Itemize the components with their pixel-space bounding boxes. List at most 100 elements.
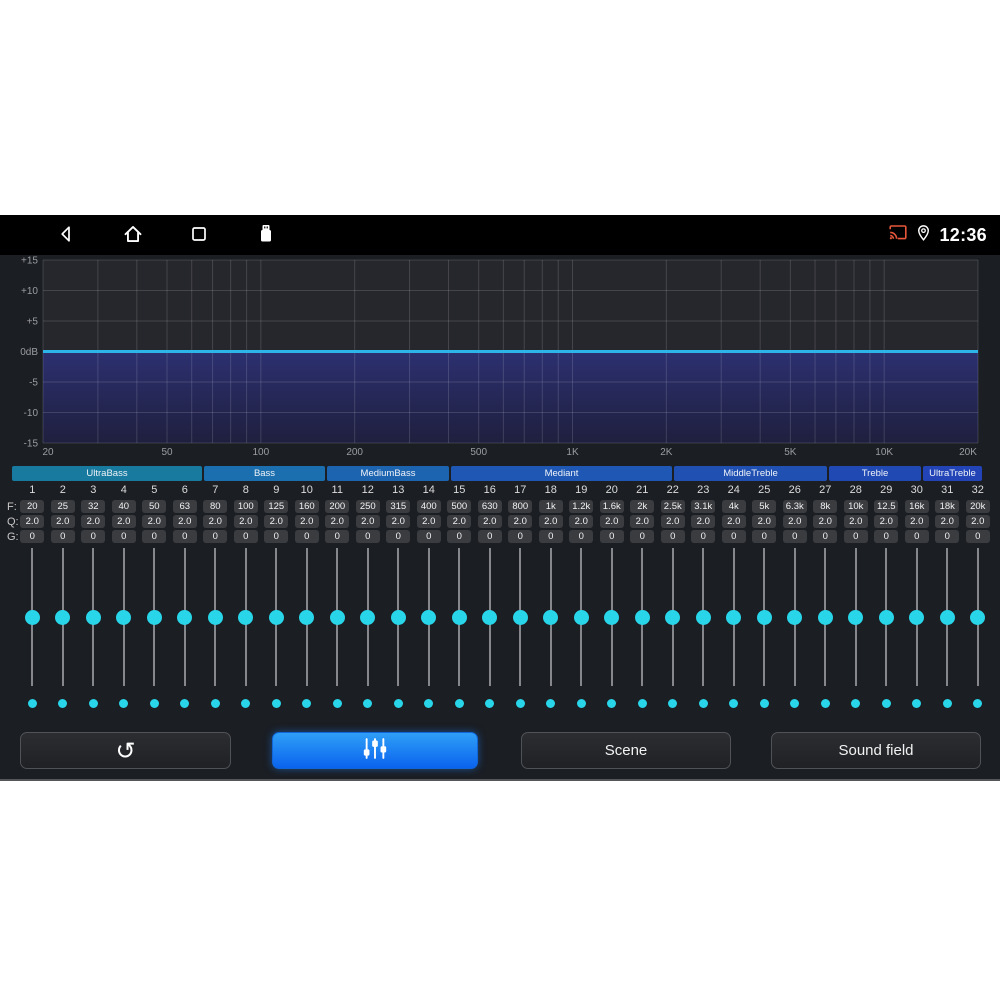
eq-band-slider[interactable] bbox=[627, 545, 658, 693]
band-dot[interactable] bbox=[271, 699, 281, 708]
eq-band-slider[interactable] bbox=[109, 545, 140, 693]
slider-knob[interactable] bbox=[756, 609, 772, 625]
eq-band-slider[interactable] bbox=[139, 545, 170, 693]
equalizer-button[interactable] bbox=[272, 732, 478, 769]
slider-knob[interactable] bbox=[116, 609, 132, 625]
eq-band-slider[interactable] bbox=[505, 545, 536, 693]
slider-knob[interactable] bbox=[665, 609, 681, 625]
slider-knob[interactable] bbox=[85, 609, 101, 625]
band-dot[interactable] bbox=[515, 699, 525, 708]
band-dot[interactable] bbox=[149, 699, 159, 708]
eq-band-slider[interactable] bbox=[48, 545, 79, 693]
eq-band-slider[interactable] bbox=[841, 545, 872, 693]
slider-knob[interactable] bbox=[543, 609, 559, 625]
slider-knob[interactable] bbox=[390, 609, 406, 625]
slider-knob[interactable] bbox=[909, 609, 925, 625]
slider-knob[interactable] bbox=[268, 609, 284, 625]
eq-band-slider[interactable] bbox=[536, 545, 567, 693]
eq-band-slider[interactable] bbox=[780, 545, 811, 693]
band-dot[interactable] bbox=[58, 699, 68, 708]
eq-band-slider[interactable] bbox=[963, 545, 994, 693]
recents-button[interactable] bbox=[181, 215, 217, 255]
band-dot[interactable] bbox=[27, 699, 37, 708]
eq-band-slider[interactable] bbox=[170, 545, 201, 693]
band-dot[interactable] bbox=[576, 699, 586, 708]
band-dot[interactable] bbox=[698, 699, 708, 708]
eq-band-slider[interactable] bbox=[444, 545, 475, 693]
eq-band-slider[interactable] bbox=[688, 545, 719, 693]
slider-knob[interactable] bbox=[238, 609, 254, 625]
band-dot[interactable] bbox=[668, 699, 678, 708]
eq-band-slider[interactable] bbox=[261, 545, 292, 693]
home-button[interactable] bbox=[115, 215, 151, 255]
slider-knob[interactable] bbox=[848, 609, 864, 625]
band-dot[interactable] bbox=[119, 699, 129, 708]
sound-field-button[interactable]: Sound field bbox=[771, 732, 981, 769]
band-dot[interactable] bbox=[241, 699, 251, 708]
eq-band-slider[interactable] bbox=[749, 545, 780, 693]
slider-knob[interactable] bbox=[604, 609, 620, 625]
band-dot[interactable] bbox=[942, 699, 952, 708]
band-dot[interactable] bbox=[393, 699, 403, 708]
eq-band-slider[interactable] bbox=[810, 545, 841, 693]
band-dot[interactable] bbox=[302, 699, 312, 708]
slider-knob[interactable] bbox=[817, 609, 833, 625]
eq-band-slider[interactable] bbox=[322, 545, 353, 693]
eq-band-slider[interactable] bbox=[353, 545, 384, 693]
slider-knob[interactable] bbox=[512, 609, 528, 625]
slider-knob[interactable] bbox=[207, 609, 223, 625]
slider-knob[interactable] bbox=[634, 609, 650, 625]
band-dot[interactable] bbox=[881, 699, 891, 708]
eq-band-slider[interactable] bbox=[871, 545, 902, 693]
eq-band-slider[interactable] bbox=[566, 545, 597, 693]
band-dot[interactable] bbox=[332, 699, 342, 708]
slider-knob[interactable] bbox=[329, 609, 345, 625]
eq-band-slider[interactable] bbox=[932, 545, 963, 693]
band-dot[interactable] bbox=[759, 699, 769, 708]
band-dot[interactable] bbox=[729, 699, 739, 708]
band-dot[interactable] bbox=[637, 699, 647, 708]
slider-knob[interactable] bbox=[146, 609, 162, 625]
band-dot[interactable] bbox=[973, 699, 983, 708]
band-dot[interactable] bbox=[88, 699, 98, 708]
slider-knob[interactable] bbox=[482, 609, 498, 625]
eq-band-slider[interactable] bbox=[597, 545, 628, 693]
back-button[interactable] bbox=[48, 215, 84, 255]
slider-knob[interactable] bbox=[360, 609, 376, 625]
scene-button[interactable]: Scene bbox=[521, 732, 731, 769]
slider-knob[interactable] bbox=[177, 609, 193, 625]
band-dot[interactable] bbox=[210, 699, 220, 708]
band-dot[interactable] bbox=[607, 699, 617, 708]
band-dot[interactable] bbox=[546, 699, 556, 708]
slider-knob[interactable] bbox=[939, 609, 955, 625]
slider-knob[interactable] bbox=[299, 609, 315, 625]
slider-knob[interactable] bbox=[421, 609, 437, 625]
eq-band-slider[interactable] bbox=[658, 545, 689, 693]
slider-knob[interactable] bbox=[451, 609, 467, 625]
slider-knob[interactable] bbox=[573, 609, 589, 625]
usb-button[interactable] bbox=[248, 215, 284, 255]
slider-knob[interactable] bbox=[878, 609, 894, 625]
band-dot[interactable] bbox=[912, 699, 922, 708]
band-dot[interactable] bbox=[790, 699, 800, 708]
eq-band-slider[interactable] bbox=[231, 545, 262, 693]
eq-band-slider[interactable] bbox=[17, 545, 48, 693]
eq-band-slider[interactable] bbox=[292, 545, 323, 693]
slider-knob[interactable] bbox=[55, 609, 71, 625]
band-dot[interactable] bbox=[820, 699, 830, 708]
eq-band-slider[interactable] bbox=[719, 545, 750, 693]
reset-button[interactable]: ↺ bbox=[20, 732, 231, 769]
band-dot[interactable] bbox=[180, 699, 190, 708]
slider-knob[interactable] bbox=[695, 609, 711, 625]
band-dot[interactable] bbox=[363, 699, 373, 708]
band-dot[interactable] bbox=[485, 699, 495, 708]
eq-band-slider[interactable] bbox=[200, 545, 231, 693]
band-dot[interactable] bbox=[454, 699, 464, 708]
eq-band-slider[interactable] bbox=[902, 545, 933, 693]
band-dot[interactable] bbox=[424, 699, 434, 708]
slider-knob[interactable] bbox=[787, 609, 803, 625]
eq-band-slider[interactable] bbox=[414, 545, 445, 693]
slider-knob[interactable] bbox=[24, 609, 40, 625]
eq-band-slider[interactable] bbox=[475, 545, 506, 693]
slider-knob[interactable] bbox=[726, 609, 742, 625]
